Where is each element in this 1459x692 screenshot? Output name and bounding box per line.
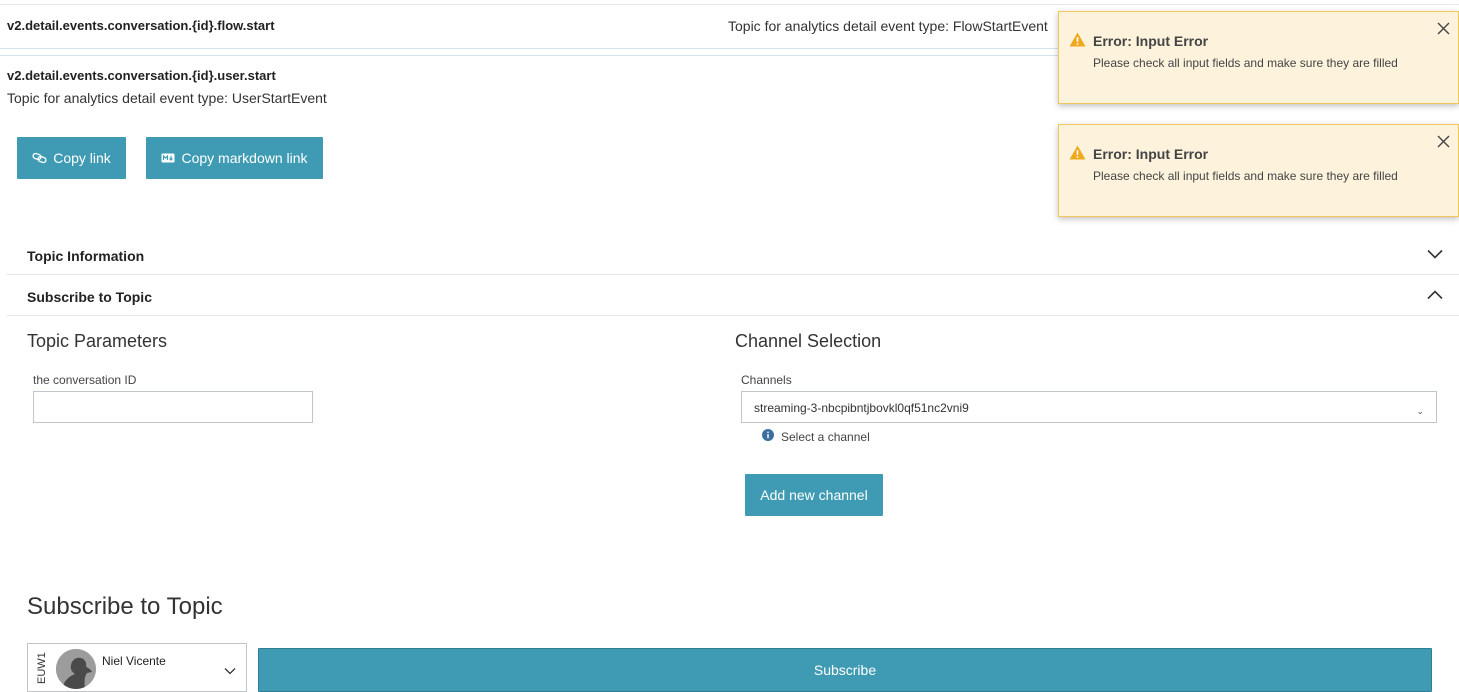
accordion-label: Subscribe to Topic bbox=[27, 289, 152, 305]
current-topic-name: v2.detail.events.conversation.{id}.user.… bbox=[7, 68, 276, 83]
channel-selected-value: streaming-3-nbcpibntjbovkl0qf51nc2vni9 bbox=[754, 401, 969, 415]
warning-icon bbox=[1069, 32, 1086, 52]
toast-message: Please check all input fields and make s… bbox=[1093, 169, 1398, 183]
markdown-icon bbox=[161, 153, 175, 163]
user-selector[interactable]: EUW1 Niel Vicente bbox=[27, 643, 247, 692]
chevron-down-icon[interactable] bbox=[1427, 246, 1443, 264]
copy-link-button[interactable]: Copy link bbox=[17, 137, 126, 179]
channel-select[interactable]: streaming-3-nbcpibntjbovkl0qf51nc2vni9 ⌄ bbox=[741, 391, 1437, 423]
copy-markdown-label: Copy markdown link bbox=[181, 150, 308, 166]
toast-title: Error: Input Error bbox=[1093, 146, 1209, 162]
hint-text: Select a channel bbox=[781, 429, 870, 444]
topic-description: Topic for analytics detail event type: F… bbox=[728, 18, 1048, 34]
copy-link-label: Copy link bbox=[53, 150, 111, 166]
subscribe-button[interactable]: Subscribe bbox=[258, 648, 1432, 692]
chevron-down-icon bbox=[224, 662, 236, 680]
accordion-subscribe-to-topic[interactable]: Subscribe to Topic bbox=[7, 275, 1459, 316]
region-label: EUW1 bbox=[36, 652, 48, 684]
add-new-channel-button[interactable]: Add new channel bbox=[745, 474, 883, 516]
subscribe-section-title: Subscribe to Topic bbox=[27, 593, 223, 620]
close-icon[interactable] bbox=[1437, 135, 1450, 153]
topic-parameters-title: Topic Parameters bbox=[27, 331, 168, 351]
avatar bbox=[56, 649, 96, 689]
copy-markdown-link-button[interactable]: Copy markdown link bbox=[146, 137, 323, 179]
channel-hint: Select a channel bbox=[762, 429, 870, 444]
conversation-id-label: the conversation ID bbox=[33, 373, 137, 387]
link-icon bbox=[32, 152, 47, 164]
channels-label: Channels bbox=[741, 373, 792, 387]
conversation-id-input[interactable] bbox=[33, 391, 313, 423]
topic-name: v2.detail.events.conversation.{id}.flow.… bbox=[7, 18, 275, 33]
user-name: Niel Vicente bbox=[102, 654, 166, 668]
chevron-down-icon: ⌄ bbox=[1416, 406, 1424, 416]
info-icon bbox=[762, 429, 774, 444]
channel-selection-title: Channel Selection bbox=[735, 331, 882, 351]
close-icon[interactable] bbox=[1437, 22, 1450, 40]
accordion-label: Topic Information bbox=[27, 248, 145, 264]
toast-title: Error: Input Error bbox=[1093, 33, 1209, 49]
error-toast: Error: Input Error Please check all inpu… bbox=[1058, 124, 1459, 217]
toast-message: Please check all input fields and make s… bbox=[1093, 56, 1398, 70]
chevron-up-icon[interactable] bbox=[1427, 287, 1443, 305]
warning-icon bbox=[1069, 145, 1086, 165]
current-topic-description: Topic for analytics detail event type: U… bbox=[7, 90, 327, 106]
error-toast: Error: Input Error Please check all inpu… bbox=[1058, 11, 1459, 104]
accordion-topic-information[interactable]: Topic Information bbox=[7, 234, 1459, 275]
